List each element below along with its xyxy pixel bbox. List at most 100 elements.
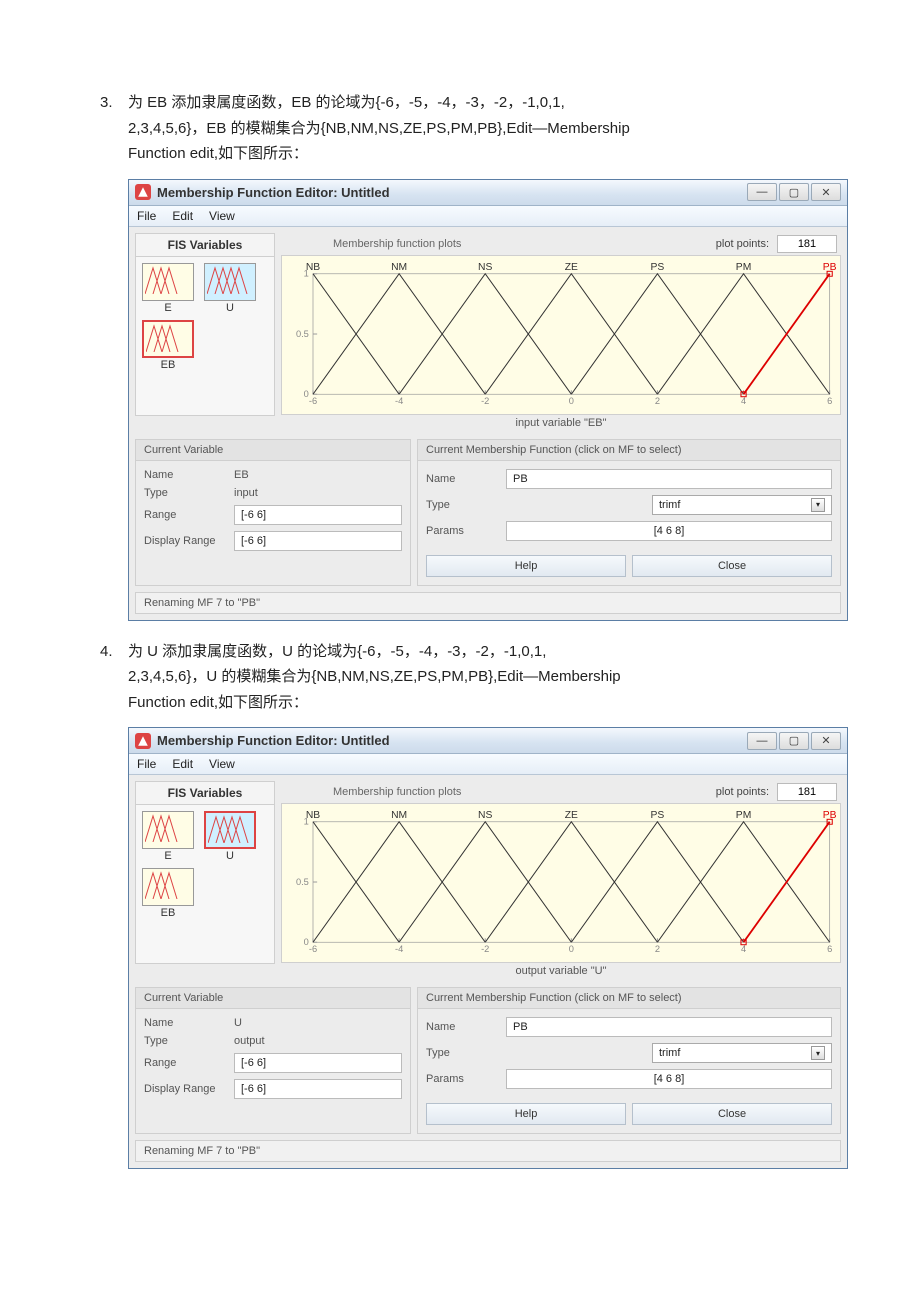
svg-text:PM: PM — [736, 262, 751, 273]
help-button[interactable]: Help — [426, 555, 626, 577]
cv-drange-input[interactable]: [-6 6] — [234, 531, 402, 551]
menubar: File Edit View — [129, 206, 847, 227]
mf-plot[interactable]: 00.51-6-4-20246NBNMNSZEPSPMPB — [281, 803, 841, 963]
svg-text:NB: NB — [306, 810, 321, 821]
svg-text:0: 0 — [569, 396, 574, 406]
svg-text:2: 2 — [655, 396, 660, 406]
mf-name-input[interactable]: PB — [506, 469, 832, 489]
svg-text:6: 6 — [827, 944, 832, 954]
label-drange: Display Range — [144, 1083, 234, 1095]
minimize-button[interactable]: — — [747, 732, 777, 750]
label-name: Name — [426, 1021, 496, 1033]
fis-variables-box: E U EB — [135, 256, 275, 416]
svg-text:4: 4 — [741, 944, 746, 954]
plot-caption: input variable "EB" — [281, 417, 841, 429]
label-type: Type — [144, 487, 234, 499]
mf-plot[interactable]: 00.51-6-4-20246NBNMNSZEPSPMPB — [281, 255, 841, 415]
label-range: Range — [144, 509, 234, 521]
item-text: Function edit,如下图所示： — [128, 690, 820, 716]
cv-range-input[interactable]: [-6 6] — [234, 505, 402, 525]
svg-text:4: 4 — [741, 396, 746, 406]
mf-header: Current Membership Function (click on MF… — [418, 440, 840, 461]
cv-header: Current Variable — [136, 988, 410, 1009]
svg-text:0.5: 0.5 — [296, 329, 309, 339]
window-title: Membership Function Editor: Untitled — [157, 185, 747, 200]
menu-file[interactable]: File — [137, 209, 156, 223]
label-range: Range — [144, 1057, 234, 1069]
minimize-button[interactable]: — — [747, 183, 777, 201]
mfp-label: Membership function plots — [333, 786, 461, 798]
mf-params-input[interactable]: [4 6 8] — [506, 1069, 832, 1089]
label-params: Params — [426, 525, 496, 537]
menu-edit[interactable]: Edit — [172, 209, 193, 223]
mf-type-select[interactable]: trimf▾ — [652, 1043, 832, 1063]
menu-edit[interactable]: Edit — [172, 757, 193, 771]
label-name: Name — [426, 473, 496, 485]
mf-name-input[interactable]: PB — [506, 1017, 832, 1037]
list-item-4: 4.为 U 添加隶属度函数，U 的论域为{-6，-5，-4，-3，-2，-1,0… — [100, 639, 820, 716]
close-button[interactable]: ✕ — [811, 183, 841, 201]
item-text: 2,3,4,5,6}，EB 的模糊集合为{NB,NM,NS,ZE,PS,PM,P… — [128, 116, 820, 142]
var-eb[interactable] — [142, 868, 194, 906]
mf-editor-window: Membership Function Editor: Untitled — ▢… — [128, 179, 848, 621]
svg-text:NB: NB — [306, 262, 321, 273]
cv-type: input — [234, 487, 402, 499]
app-icon — [135, 733, 151, 749]
fis-variables-box: E U EB — [135, 804, 275, 964]
mfp-label: Membership function plots — [333, 238, 461, 250]
item-text: Function edit,如下图所示： — [128, 141, 820, 167]
help-button[interactable]: Help — [426, 1103, 626, 1125]
mf-type-select[interactable]: trimf▾ — [652, 495, 832, 515]
mf-params-input[interactable]: [4 6 8] — [506, 521, 832, 541]
window-title: Membership Function Editor: Untitled — [157, 733, 747, 748]
var-eb[interactable] — [142, 320, 194, 358]
cv-range-input[interactable]: [-6 6] — [234, 1053, 402, 1073]
list-item-3: 3.为 EB 添加隶属度函数，EB 的论域为{-6，-5，-4，-3，-2，-1… — [100, 90, 820, 167]
svg-text:ZE: ZE — [565, 262, 578, 273]
plot-points-input[interactable] — [777, 783, 837, 801]
menu-view[interactable]: View — [209, 209, 235, 223]
var-u[interactable] — [204, 263, 256, 301]
var-e[interactable] — [142, 263, 194, 301]
var-e[interactable] — [142, 811, 194, 849]
label-params: Params — [426, 1073, 496, 1085]
menu-view[interactable]: View — [209, 757, 235, 771]
svg-text:PS: PS — [651, 810, 665, 821]
svg-text:PS: PS — [651, 262, 665, 273]
maximize-button[interactable]: ▢ — [779, 183, 809, 201]
mf-editor-window: Membership Function Editor: Untitled — ▢… — [128, 727, 848, 1169]
svg-text:PB: PB — [823, 810, 837, 821]
mf-header: Current Membership Function (click on MF… — [418, 988, 840, 1009]
maximize-button[interactable]: ▢ — [779, 732, 809, 750]
menu-file[interactable]: File — [137, 757, 156, 771]
cv-name: U — [234, 1017, 402, 1029]
svg-text:-2: -2 — [481, 396, 489, 406]
titlebar: Membership Function Editor: Untitled — ▢… — [129, 728, 847, 754]
menubar: File Edit View — [129, 754, 847, 775]
cv-drange-input[interactable]: [-6 6] — [234, 1079, 402, 1099]
svg-text:-4: -4 — [395, 396, 403, 406]
label-drange: Display Range — [144, 535, 234, 547]
var-u[interactable] — [204, 811, 256, 849]
plot-points-label: plot points: — [716, 786, 769, 798]
plot-points-input[interactable] — [777, 235, 837, 253]
svg-text:-4: -4 — [395, 944, 403, 954]
current-mf-panel: Current Membership Function (click on MF… — [417, 987, 841, 1134]
svg-text:-2: -2 — [481, 944, 489, 954]
chevron-down-icon: ▾ — [811, 498, 825, 512]
svg-text:-6: -6 — [309, 944, 317, 954]
close-button[interactable]: ✕ — [811, 732, 841, 750]
svg-text:NS: NS — [478, 262, 493, 273]
svg-text:PB: PB — [823, 262, 837, 273]
cv-type: output — [234, 1035, 402, 1047]
label-type: Type — [426, 1047, 496, 1059]
close-button[interactable]: Close — [632, 555, 832, 577]
svg-text:2: 2 — [655, 944, 660, 954]
svg-text:NM: NM — [391, 810, 407, 821]
item-number: 4. — [100, 643, 128, 660]
close-button[interactable]: Close — [632, 1103, 832, 1125]
item-text: 为 EB 添加隶属度函数，EB 的论域为{-6，-5，-4，-3，-2，-1,0… — [128, 94, 565, 111]
fis-title: FIS Variables — [135, 233, 275, 256]
plot-caption: output variable "U" — [281, 965, 841, 977]
item-number: 3. — [100, 94, 128, 111]
